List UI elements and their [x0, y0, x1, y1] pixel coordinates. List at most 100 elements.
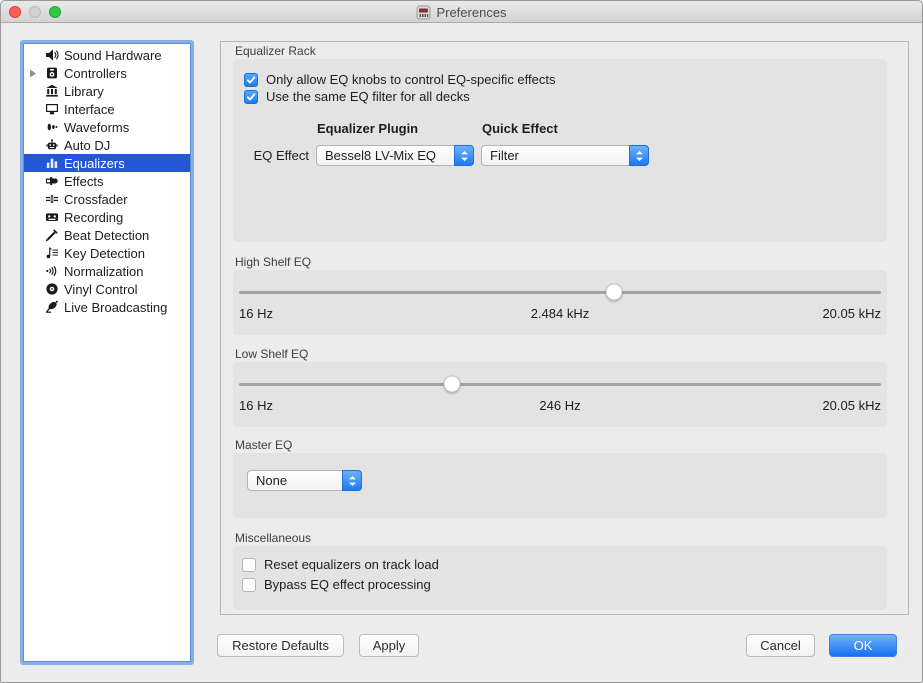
equalizer-bars-icon — [44, 155, 60, 171]
equalizer-plugin-select[interactable]: Bessel8 LV-Mix EQ — [316, 145, 474, 166]
sidebar-item-label: Auto DJ — [64, 138, 110, 153]
ok-button[interactable]: OK — [829, 634, 897, 657]
crossfader-icon — [44, 191, 60, 207]
controller-icon — [44, 65, 60, 81]
slider-max-label: 20.05 kHz — [822, 398, 881, 413]
slider-thumb[interactable] — [605, 284, 622, 301]
normalization-icon — [44, 263, 60, 279]
sidebar-item-beat-detection[interactable]: Beat Detection — [24, 226, 190, 244]
traffic-lights — [9, 6, 61, 18]
apply-button[interactable]: Apply — [359, 634, 419, 657]
minimize-button[interactable] — [29, 6, 41, 18]
sidebar-item-label: Vinyl Control — [64, 282, 137, 297]
key-detection-icon — [44, 245, 60, 261]
group-label: Master EQ — [235, 439, 887, 452]
sidebar-item-sound-hardware[interactable]: Sound Hardware — [24, 46, 190, 64]
sidebar-item-label: Normalization — [64, 264, 143, 279]
popup-arrows-icon — [342, 470, 362, 491]
restore-defaults-button[interactable]: Restore Defaults — [217, 634, 344, 657]
cancel-button[interactable]: Cancel — [746, 634, 815, 657]
vinyl-icon — [44, 281, 60, 297]
checkbox-label: Bypass EQ effect processing — [264, 577, 431, 592]
sidebar-item-label: Effects — [64, 174, 104, 189]
miscellaneous-group: Miscellaneous Reset equalizers on track … — [233, 532, 887, 610]
sidebar-item-controllers[interactable]: Controllers — [24, 64, 190, 82]
sidebar-item-effects[interactable]: Effects — [24, 172, 190, 190]
close-button[interactable] — [9, 6, 21, 18]
sidebar-item-auto-dj[interactable]: Auto DJ — [24, 136, 190, 154]
speaker-icon — [44, 47, 60, 63]
sidebar-item-recording[interactable]: Recording — [24, 208, 190, 226]
equalizer-plugin-column-header: Equalizer Plugin — [317, 121, 418, 136]
only-eq-knobs-checkbox[interactable] — [244, 73, 258, 87]
equalizer-plugin-value: Bessel8 LV-Mix EQ — [317, 148, 454, 163]
slider-track[interactable] — [239, 291, 881, 294]
reset-equalizers-checkbox[interactable] — [242, 558, 256, 572]
master-eq-select[interactable]: None — [247, 470, 362, 491]
checkbox-label: Only allow EQ knobs to control EQ-specif… — [266, 72, 556, 87]
equalizer-rack-group: Equalizer Rack Only allow EQ knobs to co… — [233, 45, 887, 242]
master-eq-value: None — [248, 473, 342, 488]
master-eq-group: Master EQ None — [233, 439, 887, 518]
eq-effect-row-label: EQ Effect — [233, 148, 309, 163]
titlebar: Preferences — [1, 1, 922, 23]
sidebar-item-label: Recording — [64, 210, 123, 225]
disclosure-triangle-icon[interactable] — [29, 69, 44, 78]
popup-arrows-icon — [629, 145, 649, 166]
robot-icon — [44, 137, 60, 153]
sidebar-item-interface[interactable]: Interface — [24, 100, 190, 118]
sidebar-item-equalizers[interactable]: Equalizers — [24, 154, 190, 172]
library-icon — [44, 83, 60, 99]
zoom-button[interactable] — [49, 6, 61, 18]
effects-plug-icon — [44, 173, 60, 189]
group-label: Equalizer Rack — [235, 45, 887, 58]
quick-effect-value: Filter — [482, 148, 629, 163]
sidebar-item-library[interactable]: Library — [24, 82, 190, 100]
slider-track[interactable] — [239, 383, 881, 386]
title-area: Preferences — [1, 1, 922, 23]
recorder-icon — [44, 209, 60, 225]
checkbox-label: Reset equalizers on track load — [264, 557, 439, 572]
sidebar-item-label: Interface — [64, 102, 115, 117]
window-title: Preferences — [436, 5, 506, 20]
sidebar-item-label: Controllers — [64, 66, 127, 81]
sidebar-item-normalization[interactable]: Normalization — [24, 262, 190, 280]
preferences-sidebar: Sound Hardware Controllers Library Inter… — [23, 43, 191, 662]
waveform-icon — [44, 119, 60, 135]
sidebar-item-label: Waveforms — [64, 120, 129, 135]
sidebar-item-label: Library — [64, 84, 104, 99]
preferences-window: Preferences Sound Hardware Controllers L… — [0, 0, 923, 683]
sidebar-item-label: Live Broadcasting — [64, 300, 167, 315]
display-icon — [44, 101, 60, 117]
sidebar-item-crossfader[interactable]: Crossfader — [24, 190, 190, 208]
high-shelf-eq-slider[interactable] — [239, 278, 881, 308]
group-label: High Shelf EQ — [235, 256, 887, 269]
sidebar-item-label: Key Detection — [64, 246, 145, 261]
group-label: Low Shelf EQ — [235, 348, 887, 361]
sidebar-item-waveforms[interactable]: Waveforms — [24, 118, 190, 136]
sidebar-item-label: Sound Hardware — [64, 48, 162, 63]
sidebar-item-live-broadcasting[interactable]: Live Broadcasting — [24, 298, 190, 316]
checkbox-label: Use the same EQ filter for all decks — [266, 89, 470, 104]
broadcast-dish-icon — [44, 299, 60, 315]
sidebar-item-vinyl-control[interactable]: Vinyl Control — [24, 280, 190, 298]
bypass-eq-checkbox[interactable] — [242, 578, 256, 592]
high-shelf-eq-group: High Shelf EQ 16 Hz 2.484 kHz 20.05 kHz — [233, 256, 887, 335]
same-eq-filter-checkbox[interactable] — [244, 90, 258, 104]
slider-max-label: 20.05 kHz — [822, 306, 881, 321]
slider-value-label: 2.484 kHz — [239, 306, 881, 321]
sidebar-item-label: Equalizers — [64, 156, 125, 171]
sidebar-item-key-detection[interactable]: Key Detection — [24, 244, 190, 262]
beat-detection-icon — [44, 227, 60, 243]
sidebar-item-label: Crossfader — [64, 192, 128, 207]
slider-value-label: 246 Hz — [239, 398, 881, 413]
slider-thumb[interactable] — [444, 376, 461, 393]
quick-effect-select[interactable]: Filter — [481, 145, 649, 166]
equalizers-preferences-pane: Equalizer Rack Only allow EQ knobs to co… — [220, 41, 909, 615]
group-label: Miscellaneous — [235, 532, 887, 545]
low-shelf-eq-group: Low Shelf EQ 16 Hz 246 Hz 20.05 kHz — [233, 348, 887, 427]
popup-arrows-icon — [454, 145, 474, 166]
app-icon — [416, 5, 431, 20]
low-shelf-eq-slider[interactable] — [239, 370, 881, 400]
sidebar-item-label: Beat Detection — [64, 228, 149, 243]
